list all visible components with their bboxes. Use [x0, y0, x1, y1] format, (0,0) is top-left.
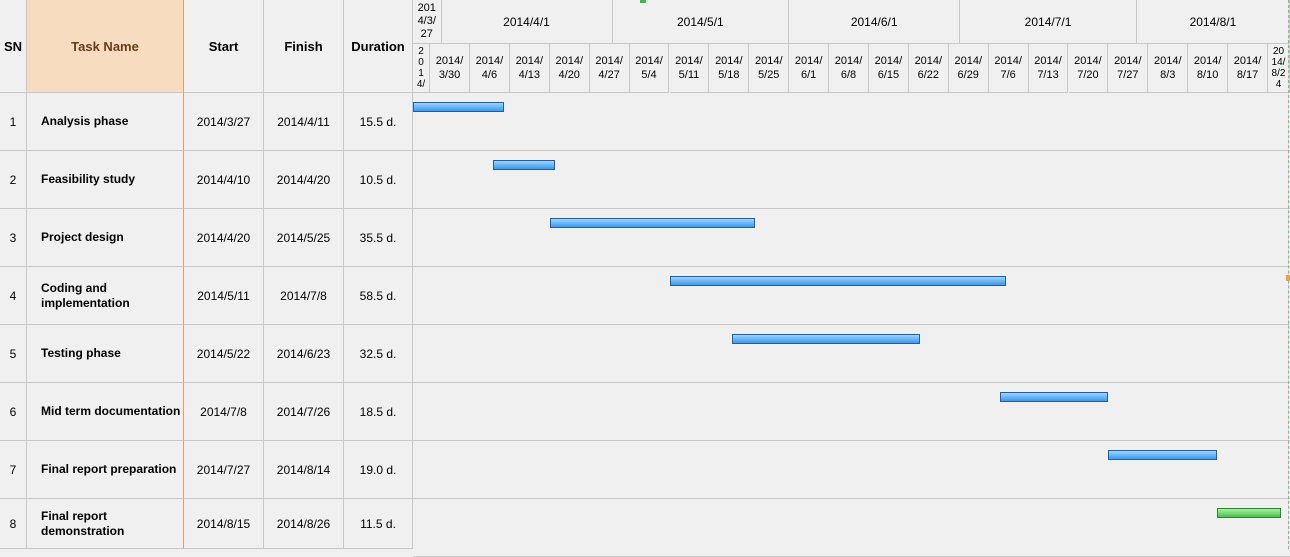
timeline-week: 2014/ 6/15: [869, 44, 909, 93]
timeline-first-period: 201 4/3/ 27: [413, 0, 442, 44]
timeline-week: 2014/ 6/22: [908, 44, 949, 93]
task-name: Mid term documentation: [27, 383, 184, 441]
timeline-marker: [640, 0, 646, 3]
task-finish: 2014/5/25: [264, 209, 344, 267]
timeline-month: 2014/6/1: [789, 0, 961, 44]
gantt-bar[interactable]: [1216, 508, 1281, 518]
task-finish: 2014/8/14: [264, 441, 344, 499]
task-start: 2014/7/8: [184, 383, 264, 441]
gantt-bar[interactable]: [549, 218, 755, 228]
task-duration: 32.5 d.: [344, 325, 413, 383]
gantt-bar[interactable]: [1000, 392, 1109, 402]
scroll-marker: [1286, 275, 1290, 281]
task-name: Final report preparation: [27, 441, 184, 499]
timeline-week: 2014/ 7/13: [1028, 44, 1069, 93]
timeline-week: 2014/ 4/20: [549, 44, 590, 93]
timeline-week: 2014/ 5/25: [749, 44, 790, 93]
task-sn: 4: [0, 267, 27, 325]
task-start: 2014/5/11: [184, 267, 264, 325]
task-duration: 18.5 d.: [344, 383, 413, 441]
task-finish: 2014/8/26: [264, 499, 344, 549]
gantt-bar[interactable]: [1108, 450, 1217, 460]
timeline-week: 20 14/ 8/2 4: [1268, 44, 1290, 93]
timeline-month: 2014/5/1: [612, 0, 790, 44]
header-finish[interactable]: Finish: [264, 0, 344, 93]
gantt-bar[interactable]: [732, 334, 921, 344]
timeline-week: 2014/ 5/11: [669, 44, 710, 93]
gantt-bar[interactable]: [492, 160, 556, 170]
timeline-month: 2014/7/1: [960, 0, 1137, 44]
gantt-row-divider: [413, 266, 1290, 267]
task-sn: 6: [0, 383, 27, 441]
task-start: 2014/5/22: [184, 325, 264, 383]
header-start[interactable]: Start: [184, 0, 264, 93]
gantt-row-divider: [413, 150, 1290, 151]
gantt-bar[interactable]: [669, 276, 1006, 286]
timeline-week: 2014/ 6/8: [829, 44, 869, 93]
task-sn: 2: [0, 151, 27, 209]
timeline-month: 2014/4/1: [441, 0, 613, 44]
timeline-week: 2014/ 4/13: [509, 44, 550, 93]
timeline-week: 2014/ 5/18: [709, 44, 750, 93]
timeline-week: 2014/ 7/6: [988, 44, 1029, 93]
task-start: 2014/7/27: [184, 441, 264, 499]
timeline-week: 2014/ 8/17: [1228, 44, 1268, 93]
task-name: Project design: [27, 209, 184, 267]
timeline-week: 2014/ 5/4: [629, 44, 670, 93]
header-duration[interactable]: Duration: [344, 0, 413, 93]
task-start: 2014/4/20: [184, 209, 264, 267]
task-sn: 8: [0, 499, 27, 549]
task-name: Feasibility study: [27, 151, 184, 209]
gantt-row-divider: [413, 382, 1290, 383]
task-duration: 19.0 d.: [344, 441, 413, 499]
task-finish: 2014/4/11: [264, 93, 344, 151]
timeline-month: 2014/8/1: [1136, 0, 1290, 44]
task-start: 2014/8/15: [184, 499, 264, 549]
task-duration: 15.5 d.: [344, 93, 413, 151]
timeline-week: 2014/ 6/1: [789, 44, 830, 93]
task-start: 2014/3/27: [184, 93, 264, 151]
timeline-week: 2014/ 8/3: [1148, 44, 1189, 93]
task-name: Final report demonstration: [27, 499, 184, 549]
task-sn: 3: [0, 209, 27, 267]
gantt-row-divider: [413, 498, 1290, 499]
timeline-week: 2014/ 4/6: [470, 44, 510, 93]
task-duration: 35.5 d.: [344, 209, 413, 267]
task-finish: 2014/6/23: [264, 325, 344, 383]
task-start: 2014/4/10: [184, 151, 264, 209]
timeline-week: 2014/ 7/27: [1108, 44, 1149, 93]
header-sn[interactable]: SN: [0, 0, 27, 93]
timeline-week: 2014/ 6/29: [948, 44, 989, 93]
task-sn: 7: [0, 441, 27, 499]
task-finish: 2014/4/20: [264, 151, 344, 209]
timeline-week: 2014/ 7/20: [1068, 44, 1109, 93]
task-name: Testing phase: [27, 325, 184, 383]
task-sn: 5: [0, 325, 27, 383]
gantt-row-divider: [413, 440, 1290, 441]
timeline-week: 2014/ 4/27: [589, 44, 630, 93]
task-name: Analysis phase: [27, 93, 184, 151]
task-sn: 1: [0, 93, 27, 151]
timeline-week: 2014/ 8/10: [1188, 44, 1229, 93]
task-finish: 2014/7/26: [264, 383, 344, 441]
header-task-name[interactable]: Task Name: [27, 0, 184, 93]
task-finish: 2014/7/8: [264, 267, 344, 325]
timeline-week: 2 0 1 4/: [413, 44, 431, 93]
task-name: Coding and implementation: [27, 267, 184, 325]
task-duration: 10.5 d.: [344, 151, 413, 209]
gantt-bar[interactable]: [413, 102, 505, 112]
timeline-week: 2014/ 3/30: [430, 44, 470, 93]
task-duration: 58.5 d.: [344, 267, 413, 325]
task-duration: 11.5 d.: [344, 499, 413, 549]
gantt-row-divider: [413, 324, 1290, 325]
gantt-row-divider: [413, 208, 1290, 209]
